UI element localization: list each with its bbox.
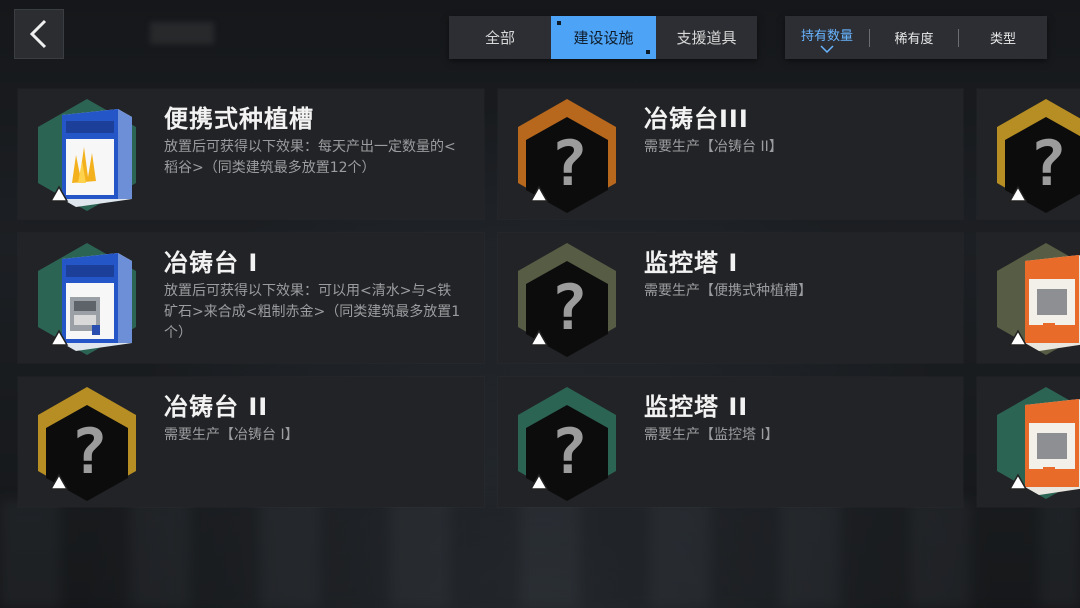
facility-icon: ?: [512, 239, 622, 359]
facility-card[interactable]: 便携式种植槽 放置后可获得以下效果：每天产出一定数量的<稻谷>（同类建筑最多放置…: [18, 89, 484, 219]
facility-icon: [32, 95, 142, 215]
facility-card-partial[interactable]: ?: [977, 89, 1080, 219]
svg-text:?: ?: [70, 415, 107, 488]
facility-card-partial[interactable]: [977, 233, 1080, 363]
facility-icon: [32, 239, 142, 359]
facility-description: 需要生产【监控塔 I】: [644, 427, 779, 443]
question-mark-icon: ?: [997, 99, 1080, 213]
sort-label: 类型: [989, 32, 1016, 47]
facility-description: 放置后可获得以下效果：可以用<清水>与<铁矿石>来合成<粗制赤金>（同类建筑最多…: [164, 283, 461, 341]
tab-facilities[interactable]: 建设设施: [551, 16, 656, 59]
tab-corner-dot: [646, 50, 650, 54]
tab-support-items[interactable]: 支援道具: [656, 16, 757, 59]
facility-description: 需要生产【便携式种植槽】: [644, 283, 812, 299]
facility-card[interactable]: ? 监控塔 I 需要生产【便携式种植槽】: [498, 233, 963, 363]
facility-card[interactable]: ? 冶铸台 II 需要生产【冶铸台 I】: [18, 377, 484, 507]
facility-card-partial[interactable]: [977, 377, 1080, 507]
facility-icon: ?: [32, 383, 142, 503]
sort-bar: 持有数量 稀有度 类型: [785, 16, 1047, 59]
facility-card[interactable]: 冶铸台 I 放置后可获得以下效果：可以用<清水>与<铁矿石>来合成<粗制赤金>（…: [18, 233, 484, 363]
planter-box-icon: [38, 99, 136, 211]
chevron-left-icon: [29, 19, 47, 49]
svg-text:?: ?: [1029, 127, 1066, 200]
question-mark-icon: ?: [38, 387, 136, 501]
back-button[interactable]: [14, 9, 64, 59]
facility-icon: ?: [512, 383, 622, 503]
facility-title: 监控塔 II: [644, 393, 749, 421]
sort-by-type[interactable]: 类型: [959, 16, 1047, 59]
background-blur: [0, 500, 1080, 608]
facility-icon: [991, 239, 1080, 359]
facility-description: 需要生产【冶铸台 I】: [164, 427, 299, 443]
sort-label: 持有数量: [800, 29, 853, 44]
facility-title: 监控塔 I: [644, 249, 739, 277]
category-tabs: 全部 建设设施 支援道具: [449, 16, 757, 59]
question-mark-icon: ?: [518, 99, 616, 213]
facility-icon: [991, 383, 1080, 503]
svg-text:?: ?: [550, 415, 587, 488]
svg-text:?: ?: [550, 127, 587, 200]
sort-label: 稀有度: [894, 32, 934, 47]
forge-box-icon: [38, 243, 136, 355]
tab-corner-dot: [557, 21, 561, 25]
facility-title: 便携式种植槽: [164, 105, 314, 133]
tab-label: 全部: [484, 29, 515, 47]
facility-title: 冶铸台 I: [164, 249, 259, 277]
facility-description: 需要生产【冶铸台 II】: [644, 139, 783, 155]
facility-title: 冶铸台 II: [164, 393, 269, 421]
sort-by-quantity[interactable]: 持有数量: [785, 16, 869, 59]
svg-text:?: ?: [550, 271, 587, 344]
tab-all[interactable]: 全部: [449, 16, 551, 59]
facility-description: 放置后可获得以下效果：每天产出一定数量的<稻谷>（同类建筑最多放置12个）: [164, 139, 456, 176]
sort-by-rarity[interactable]: 稀有度: [870, 16, 958, 59]
tab-label: 建设设施: [573, 29, 634, 47]
chevron-down-icon: [820, 45, 834, 53]
blurred-title: [150, 22, 214, 44]
facility-title: 冶铸台III: [644, 105, 749, 133]
facility-card[interactable]: ? 冶铸台III 需要生产【冶铸台 II】: [498, 89, 963, 219]
tab-label: 支援道具: [676, 29, 737, 47]
orange-box-icon: [997, 243, 1080, 355]
orange-box-icon: [997, 387, 1080, 499]
question-mark-icon: ?: [518, 387, 616, 501]
facility-icon: ?: [991, 95, 1080, 215]
question-mark-icon: ?: [518, 243, 616, 357]
facility-card[interactable]: ? 监控塔 II 需要生产【监控塔 I】: [498, 377, 963, 507]
facility-icon: ?: [512, 95, 622, 215]
